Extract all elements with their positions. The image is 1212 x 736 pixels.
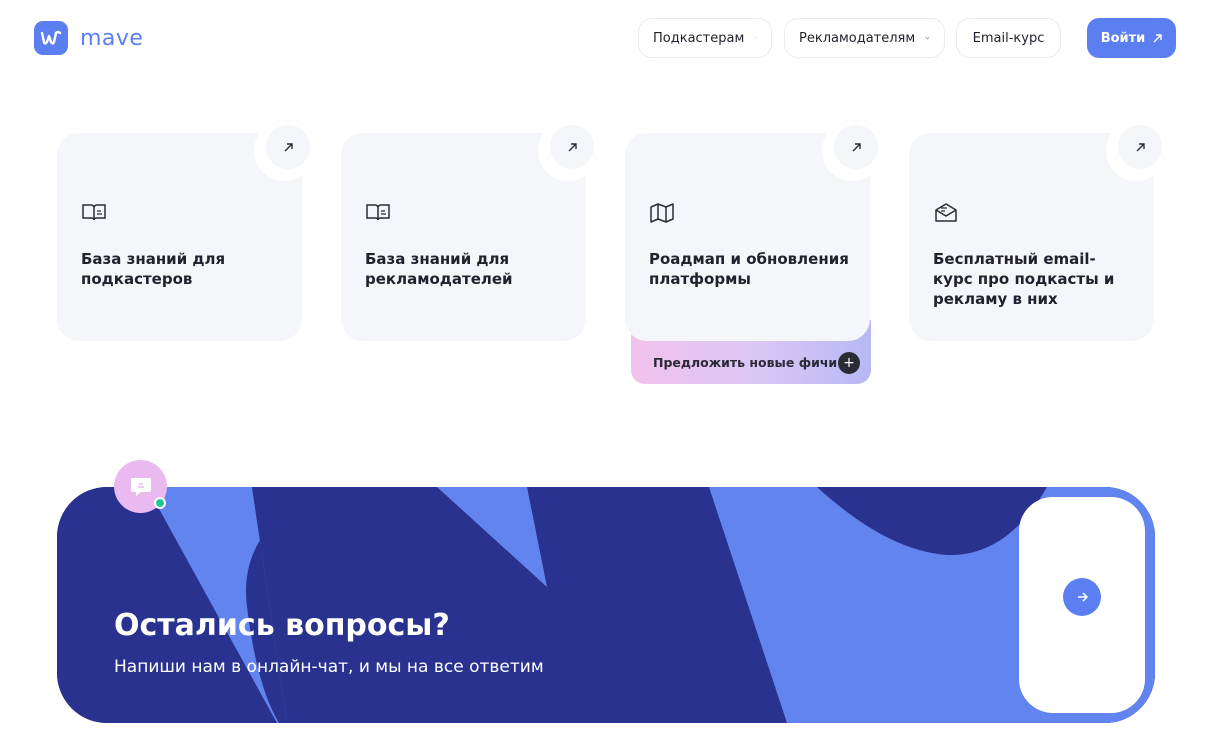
map-icon xyxy=(650,203,674,223)
arrow-up-right-icon xyxy=(1136,142,1145,151)
logo[interactable]: mave xyxy=(34,21,143,55)
logo-mark-icon xyxy=(34,21,68,55)
card-email-course[interactable]: Бесплатный email-курс про подкасты и рек… xyxy=(909,121,1166,341)
arrow-right-icon xyxy=(1077,592,1088,602)
book-icon xyxy=(366,204,390,221)
logo-text: mave xyxy=(80,25,144,51)
book-icon xyxy=(82,204,106,221)
chevron-down-icon xyxy=(925,36,930,40)
nav-podcasters[interactable]: Подкастерам xyxy=(638,18,772,58)
arrow-up-right-icon xyxy=(852,142,861,151)
online-status-dot xyxy=(154,497,166,509)
chat-open-panel xyxy=(1019,497,1145,713)
questions-banner: Остались вопросы? Напиши нам в онлайн-ча… xyxy=(57,487,1155,723)
mail-icon xyxy=(935,203,957,222)
nav-email-course-label: Email-курс xyxy=(972,30,1045,46)
open-chat-button[interactable] xyxy=(1063,578,1101,616)
card-title: Роадмап и обновления платформы xyxy=(649,250,849,288)
card-title: База знаний для рекламодателей xyxy=(365,250,513,288)
banner-background xyxy=(57,487,1155,723)
card-open-button[interactable] xyxy=(550,125,594,169)
card-open-button[interactable] xyxy=(266,125,310,169)
card-open-button[interactable] xyxy=(834,125,878,169)
card-title: Бесплатный email-курс про подкасты и рек… xyxy=(933,250,1115,308)
card-knowledge-advertisers[interactable]: База знаний для рекламодателей xyxy=(341,121,598,341)
card-knowledge-podcasters[interactable]: База знаний для подкастеров xyxy=(57,121,314,341)
banner-subtitle: Напиши нам в онлайн-чат, и мы на все отв… xyxy=(114,657,544,677)
login-button[interactable]: Войти xyxy=(1087,18,1176,58)
chevron-down-icon xyxy=(754,37,757,39)
login-label: Войти xyxy=(1100,30,1146,46)
arrow-up-right-icon xyxy=(568,142,577,151)
arrow-up-right-icon xyxy=(284,142,293,151)
card-title: База знаний для подкастеров xyxy=(81,250,226,288)
card-roadmap[interactable]: Роадмап и обновления платформы xyxy=(625,121,882,341)
suggest-features-label: Предложить новые фичи xyxy=(653,355,838,370)
arrow-up-right-icon xyxy=(1153,33,1162,42)
nav-advertisers[interactable]: Рекламодателям xyxy=(784,18,945,58)
nav-podcasters-label: Подкастерам xyxy=(653,30,745,46)
nav-advertisers-label: Рекламодателям xyxy=(799,30,916,46)
card-open-button[interactable] xyxy=(1118,125,1162,169)
banner-title: Остались вопросы? xyxy=(114,608,450,643)
plus-icon: + xyxy=(838,352,860,374)
nav-email-course[interactable]: Email-курс xyxy=(956,18,1061,58)
